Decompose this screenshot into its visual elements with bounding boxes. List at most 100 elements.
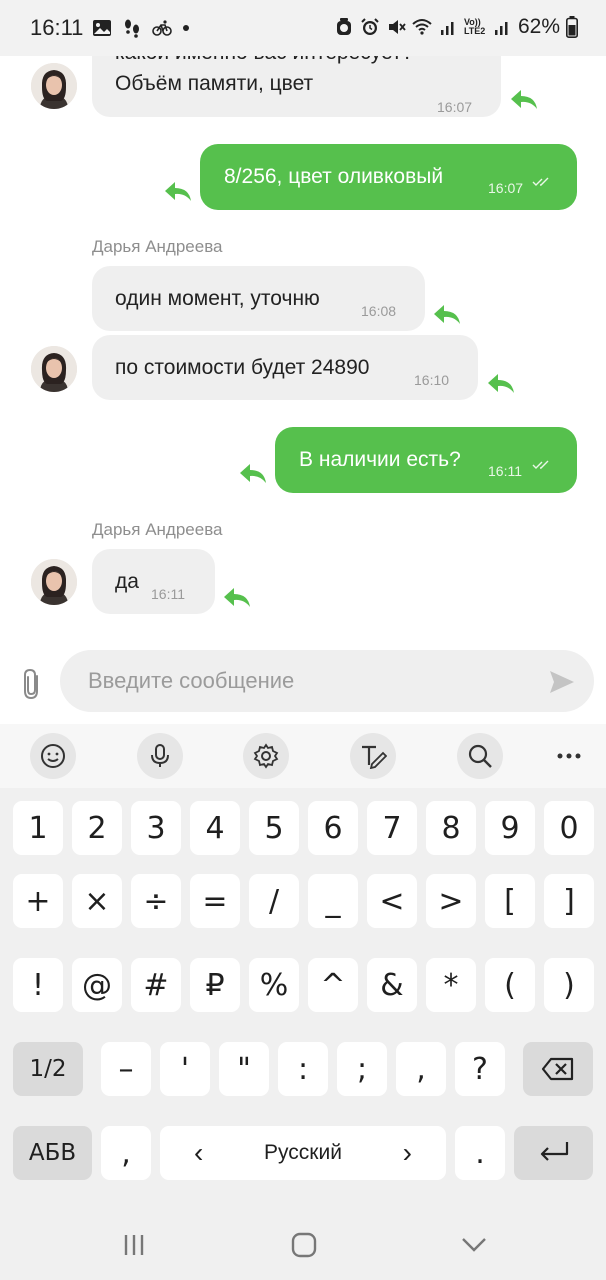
comma-key[interactable]: , bbox=[101, 1126, 151, 1180]
space-key[interactable]: ‹ Русский › bbox=[160, 1126, 446, 1180]
key[interactable]: & bbox=[367, 958, 417, 1012]
key[interactable]: ^ bbox=[308, 958, 358, 1012]
key[interactable]: [ bbox=[485, 874, 535, 928]
key[interactable]: * bbox=[426, 958, 476, 1012]
sender-name: Дарья Андреева bbox=[92, 520, 223, 539]
cursor-left-icon: ‹ bbox=[194, 1137, 204, 1168]
key[interactable]: ! bbox=[13, 958, 63, 1012]
key[interactable]: ( bbox=[485, 958, 535, 1012]
message-input[interactable] bbox=[60, 650, 594, 712]
key[interactable]: ' bbox=[160, 1042, 210, 1096]
settings-icon[interactable] bbox=[243, 733, 289, 779]
key[interactable]: – bbox=[101, 1042, 151, 1096]
message-time: 16:07 bbox=[437, 99, 473, 115]
key[interactable]: × bbox=[72, 874, 122, 928]
key[interactable]: 5 bbox=[249, 801, 299, 855]
key[interactable]: 1 bbox=[13, 801, 63, 855]
key[interactable]: " bbox=[219, 1042, 269, 1096]
message-bubble[interactable]: да 16:11 bbox=[92, 549, 215, 614]
status-system-icons: Vo)) LTE2 62% bbox=[334, 15, 578, 39]
key[interactable]: % bbox=[249, 958, 299, 1012]
message-bubble[interactable]: один момент, уточню 16:08 bbox=[92, 266, 425, 331]
key[interactable]: ? bbox=[455, 1042, 505, 1096]
reply-icon[interactable] bbox=[486, 372, 516, 394]
microphone-icon[interactable] bbox=[137, 733, 183, 779]
paperclip-icon[interactable] bbox=[18, 667, 46, 701]
keyboard-toolbar bbox=[0, 724, 606, 788]
message-text: какой именно вас интересует? bbox=[115, 56, 413, 67]
double-check-icon bbox=[532, 177, 549, 186]
message-text: один момент, уточню bbox=[115, 287, 320, 310]
cursor-right-icon: › bbox=[402, 1137, 412, 1168]
signal-icon bbox=[440, 22, 454, 35]
more-icon[interactable] bbox=[546, 733, 592, 779]
double-check-icon bbox=[532, 460, 549, 469]
backspace-icon bbox=[541, 1057, 574, 1081]
message-bubble[interactable]: 8/256, цвет оливковый 16:07 bbox=[200, 144, 577, 210]
key[interactable]: # bbox=[131, 958, 181, 1012]
key[interactable]: 6 bbox=[308, 801, 358, 855]
key[interactable]: ) bbox=[544, 958, 594, 1012]
image-icon bbox=[93, 20, 111, 36]
key[interactable]: 0 bbox=[544, 801, 594, 855]
key[interactable]: , bbox=[396, 1042, 446, 1096]
message-text: по стоимости будет 24890 bbox=[115, 356, 370, 379]
key[interactable]: @ bbox=[72, 958, 122, 1012]
key[interactable]: 3 bbox=[131, 801, 181, 855]
message-time: 16:11 bbox=[488, 463, 522, 479]
backspace-key[interactable] bbox=[523, 1042, 593, 1096]
language-switch-key[interactable]: АБВ bbox=[13, 1126, 92, 1180]
mute-icon bbox=[388, 20, 406, 34]
key[interactable]: + bbox=[13, 874, 63, 928]
message-time: 16:07 bbox=[488, 180, 524, 196]
chat-messages[interactable]: какой именно вас интересует? Объём памят… bbox=[0, 56, 606, 636]
key[interactable]: 7 bbox=[367, 801, 417, 855]
back-icon[interactable] bbox=[457, 1230, 491, 1260]
home-icon[interactable] bbox=[287, 1230, 321, 1260]
handwriting-icon[interactable] bbox=[350, 733, 396, 779]
recent-apps-icon[interactable] bbox=[117, 1230, 151, 1260]
avatar[interactable] bbox=[31, 346, 77, 392]
period-key[interactable]: . bbox=[455, 1126, 505, 1180]
symbols-page-key[interactable]: 1/2 bbox=[13, 1042, 83, 1096]
bike-icon bbox=[152, 20, 172, 36]
search-icon[interactable] bbox=[457, 733, 503, 779]
key[interactable]: 8 bbox=[426, 801, 476, 855]
key[interactable]: ₽ bbox=[190, 958, 240, 1012]
status-bar: 16:11 Vo)) LTE2 62% bbox=[0, 0, 606, 56]
enter-key[interactable] bbox=[514, 1126, 593, 1180]
message-bubble[interactable]: по стоимости будет 24890 16:10 bbox=[92, 335, 478, 400]
reply-icon[interactable] bbox=[163, 180, 193, 202]
space-language-label: Русский bbox=[264, 1141, 342, 1164]
key[interactable]: : bbox=[278, 1042, 328, 1096]
avatar[interactable] bbox=[31, 559, 77, 605]
message-bubble[interactable]: какой именно вас интересует? Объём памят… bbox=[92, 56, 501, 117]
message-time: 16:08 bbox=[361, 303, 397, 319]
reply-icon[interactable] bbox=[509, 88, 539, 110]
send-icon[interactable] bbox=[548, 669, 576, 695]
key[interactable]: 2 bbox=[72, 801, 122, 855]
reply-icon[interactable] bbox=[222, 586, 252, 608]
emoji-icon[interactable] bbox=[30, 733, 76, 779]
avatar[interactable] bbox=[31, 63, 77, 109]
key[interactable]: = bbox=[190, 874, 240, 928]
key[interactable]: ] bbox=[544, 874, 594, 928]
key[interactable]: / bbox=[249, 874, 299, 928]
wifi-icon bbox=[412, 19, 432, 35]
key[interactable]: > bbox=[426, 874, 476, 928]
battery-icon bbox=[566, 16, 578, 38]
key[interactable]: ÷ bbox=[131, 874, 181, 928]
key[interactable]: ; bbox=[337, 1042, 387, 1096]
reply-icon[interactable] bbox=[432, 303, 462, 325]
message-bubble[interactable]: В наличии есть? 16:11 bbox=[275, 427, 577, 493]
alarm-shield-icon bbox=[336, 18, 351, 35]
volte-label: Vo)) LTE2 bbox=[463, 17, 486, 36]
battery-percent: 62% bbox=[517, 15, 560, 38]
key[interactable]: 9 bbox=[485, 801, 535, 855]
key[interactable]: < bbox=[367, 874, 417, 928]
message-text: да bbox=[115, 570, 139, 593]
reply-icon[interactable] bbox=[238, 462, 268, 484]
key[interactable]: 4 bbox=[190, 801, 240, 855]
message-time: 16:10 bbox=[414, 372, 450, 388]
key[interactable]: _ bbox=[308, 874, 358, 928]
